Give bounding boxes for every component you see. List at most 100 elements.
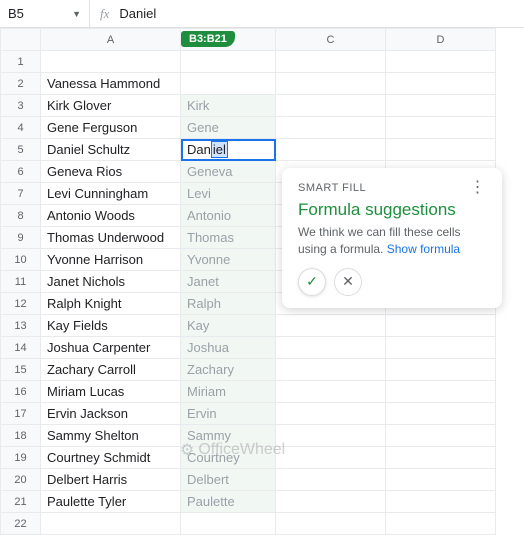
cell[interactable]: Levi Cunningham [41, 183, 181, 205]
show-formula-link[interactable]: Show formula [387, 242, 460, 256]
cell[interactable] [276, 447, 386, 469]
cell[interactable] [386, 381, 496, 403]
cell[interactable]: Ralph [181, 293, 276, 315]
cell[interactable]: Janet [181, 271, 276, 293]
row-header[interactable]: 5 [1, 139, 41, 161]
cell[interactable] [276, 51, 386, 73]
cell[interactable] [386, 117, 496, 139]
cell[interactable]: Daniel [181, 139, 276, 161]
row-header[interactable]: 19 [1, 447, 41, 469]
cell[interactable] [276, 403, 386, 425]
cell[interactable] [386, 51, 496, 73]
cell[interactable]: Yvonne [181, 249, 276, 271]
cell[interactable] [386, 447, 496, 469]
cell[interactable]: Vanessa Hammond [41, 73, 181, 95]
row-header[interactable]: 14 [1, 337, 41, 359]
cell[interactable] [276, 381, 386, 403]
cell[interactable]: Kay Fields [41, 315, 181, 337]
cell[interactable]: Courtney [181, 447, 276, 469]
cell[interactable] [386, 469, 496, 491]
cell[interactable] [386, 403, 496, 425]
cell[interactable] [41, 513, 181, 535]
row-header[interactable]: 2 [1, 73, 41, 95]
row-header[interactable]: 11 [1, 271, 41, 293]
cell[interactable] [41, 51, 181, 73]
cell[interactable] [386, 337, 496, 359]
row-header[interactable]: 9 [1, 227, 41, 249]
cell[interactable] [276, 73, 386, 95]
cell[interactable]: Delbert [181, 469, 276, 491]
row-header[interactable]: 4 [1, 117, 41, 139]
cell[interactable] [386, 513, 496, 535]
reject-button[interactable]: ✕ [334, 268, 362, 296]
row-header[interactable]: 7 [1, 183, 41, 205]
row-header[interactable]: 16 [1, 381, 41, 403]
cell[interactable] [386, 95, 496, 117]
cell[interactable]: Gene Ferguson [41, 117, 181, 139]
row-header[interactable]: 13 [1, 315, 41, 337]
cell[interactable]: Antonio [181, 205, 276, 227]
cell[interactable] [386, 359, 496, 381]
cell[interactable]: Kirk [181, 95, 276, 117]
cell[interactable]: Janet Nichols [41, 271, 181, 293]
cell[interactable]: Ervin [181, 403, 276, 425]
cell[interactable]: Miriam Lucas [41, 381, 181, 403]
cell[interactable]: Miriam [181, 381, 276, 403]
col-header-D[interactable]: D [386, 29, 496, 51]
cell[interactable] [276, 491, 386, 513]
select-all-corner[interactable] [1, 29, 41, 51]
cell[interactable]: Courtney Schmidt [41, 447, 181, 469]
cell[interactable] [276, 139, 386, 161]
cell[interactable] [276, 337, 386, 359]
cell[interactable]: Paulette [181, 491, 276, 513]
cell[interactable]: Antonio Woods [41, 205, 181, 227]
cell[interactable]: Levi [181, 183, 276, 205]
row-header[interactable]: 20 [1, 469, 41, 491]
cell[interactable] [276, 315, 386, 337]
row-header[interactable]: 6 [1, 161, 41, 183]
cell[interactable]: Zachary [181, 359, 276, 381]
cell[interactable] [386, 139, 496, 161]
col-header-C[interactable]: C [276, 29, 386, 51]
cell[interactable]: Sammy Shelton [41, 425, 181, 447]
cell[interactable]: Joshua Carpenter [41, 337, 181, 359]
row-header[interactable]: 12 [1, 293, 41, 315]
accept-button[interactable]: ✓ [298, 268, 326, 296]
cell[interactable]: Yvonne Harrison [41, 249, 181, 271]
cell[interactable] [181, 513, 276, 535]
row-header[interactable]: 10 [1, 249, 41, 271]
cell[interactable] [181, 51, 276, 73]
cell[interactable]: Ralph Knight [41, 293, 181, 315]
row-header[interactable]: 8 [1, 205, 41, 227]
row-header[interactable]: 3 [1, 95, 41, 117]
row-header[interactable]: 21 [1, 491, 41, 513]
cell[interactable] [276, 117, 386, 139]
cell[interactable] [386, 315, 496, 337]
cell[interactable]: Daniel Schultz [41, 139, 181, 161]
cell[interactable] [386, 425, 496, 447]
cell[interactable] [276, 359, 386, 381]
cell[interactable]: Gene [181, 117, 276, 139]
cell[interactable]: Zachary Carroll [41, 359, 181, 381]
cell[interactable]: Paulette Tyler [41, 491, 181, 513]
col-header-A[interactable]: A [41, 29, 181, 51]
row-header[interactable]: 15 [1, 359, 41, 381]
name-box[interactable]: B5 ▼ [0, 0, 90, 27]
row-header[interactable]: 22 [1, 513, 41, 535]
cell[interactable]: Thomas Underwood [41, 227, 181, 249]
cell[interactable]: Joshua [181, 337, 276, 359]
cell[interactable]: Thomas [181, 227, 276, 249]
cell[interactable]: Sammy [181, 425, 276, 447]
cell[interactable]: Geneva Rios [41, 161, 181, 183]
cell[interactable] [276, 425, 386, 447]
formula-input[interactable]: Daniel [119, 6, 156, 21]
cell[interactable] [276, 513, 386, 535]
cell[interactable]: Kirk Glover [41, 95, 181, 117]
row-header[interactable]: 18 [1, 425, 41, 447]
cell[interactable]: Geneva [181, 161, 276, 183]
row-header[interactable]: 1 [1, 51, 41, 73]
cell[interactable] [276, 95, 386, 117]
cell[interactable] [386, 491, 496, 513]
cell[interactable] [276, 469, 386, 491]
cell[interactable] [386, 73, 496, 95]
